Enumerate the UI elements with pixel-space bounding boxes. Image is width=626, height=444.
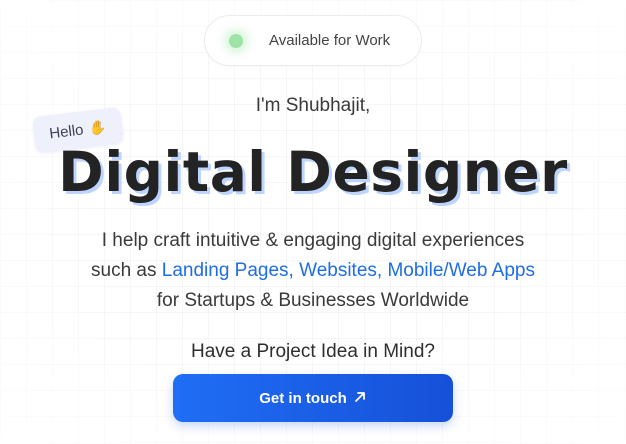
availability-label: Available for Work [269,32,391,49]
page-title: Digital Designer [58,140,568,204]
get-in-touch-button[interactable]: Get in touch [173,374,453,422]
get-in-touch-label: Get in touch [259,389,347,407]
hero-description: I help craft intuitive & engaging digita… [0,226,626,316]
cta-question: Have a Project Idea in Mind? [191,341,435,362]
availability-badge: Available for Work [204,15,422,66]
description-line-3: for Startups & Businesses Worldwide [156,290,470,311]
status-dot [229,34,243,48]
description-line-2: such as Landing Pages, Websites, Mobile/… [0,256,626,286]
wave-icon: ✋ [88,118,108,136]
description-line-2-prefix: such as [91,260,162,281]
services-highlight: Landing Pages, Websites, Mobile/Web Apps [161,260,535,281]
hello-label: Hello [48,120,85,142]
description-line-1: I help craft intuitive & engaging digita… [101,230,525,251]
arrow-up-right-icon [353,390,367,407]
